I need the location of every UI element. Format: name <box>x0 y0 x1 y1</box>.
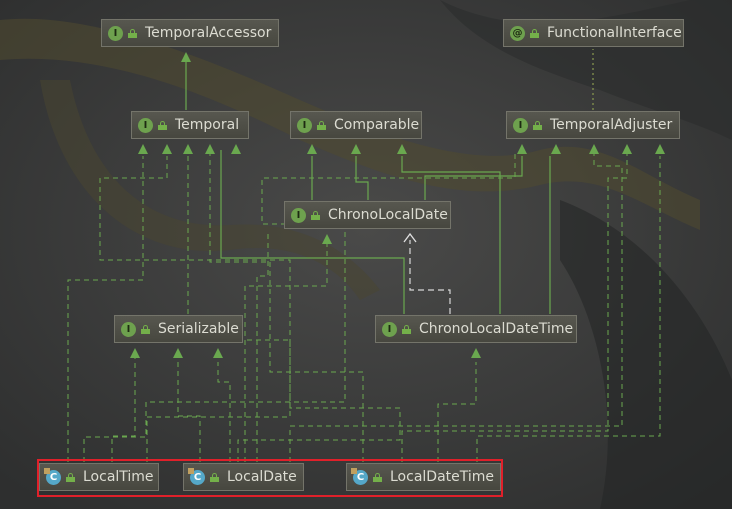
node-temporal-accessor[interactable]: I TemporalAccessor <box>101 19 279 47</box>
node-chrono-local-date[interactable]: I ChronoLocalDate <box>284 201 451 229</box>
interface-badge-icon: I <box>108 25 123 41</box>
public-visibility-icon <box>317 120 326 130</box>
node-label: ChronoLocalDate <box>328 207 448 223</box>
interface-badge-icon: I <box>138 117 153 133</box>
public-visibility-icon <box>311 210 320 220</box>
node-functional-interface[interactable]: @ FunctionalInterface <box>503 19 684 47</box>
diagram-canvas: I TemporalAccessor @ FunctionalInterface I Te… <box>0 0 732 509</box>
node-chrono-local-date-time[interactable]: I ChronoLocalDateTime <box>375 315 577 343</box>
node-label: FunctionalInterface <box>547 25 682 41</box>
node-label: TemporalAdjuster <box>550 117 673 133</box>
interface-badge-icon: I <box>121 321 136 337</box>
node-label: Comparable <box>334 117 420 133</box>
public-visibility-icon <box>141 324 150 334</box>
interface-badge-icon: I <box>513 117 528 133</box>
interface-badge-icon: I <box>297 117 312 133</box>
public-visibility-icon <box>533 120 542 130</box>
node-serializable[interactable]: I Serializable <box>114 315 243 343</box>
public-visibility-icon <box>530 28 539 38</box>
interface-badge-icon: I <box>291 207 306 223</box>
node-temporal[interactable]: I Temporal <box>131 111 249 139</box>
node-label: Serializable <box>158 321 239 337</box>
node-comparable[interactable]: I Comparable <box>290 111 422 139</box>
node-label: Temporal <box>175 117 240 133</box>
public-visibility-icon <box>402 324 411 334</box>
annotation-badge-icon: @ <box>510 25 525 41</box>
selection-highlight <box>37 459 503 497</box>
public-visibility-icon <box>128 28 137 38</box>
node-label: ChronoLocalDateTime <box>419 321 574 337</box>
public-visibility-icon <box>158 120 167 130</box>
interface-badge-icon: I <box>382 321 397 337</box>
node-temporal-adjuster[interactable]: I TemporalAdjuster <box>506 111 680 139</box>
node-label: TemporalAccessor <box>145 25 272 41</box>
